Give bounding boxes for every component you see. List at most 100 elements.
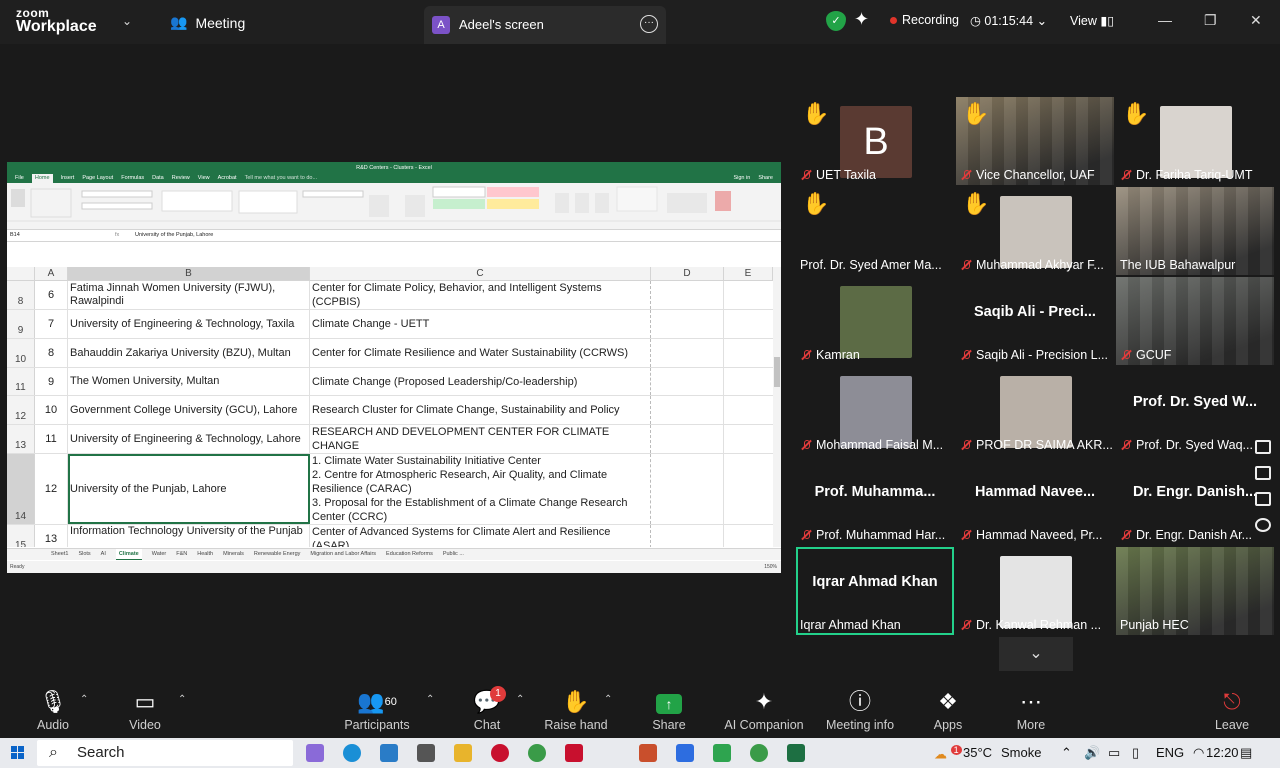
excel-share-button[interactable]: Share bbox=[758, 174, 773, 183]
participant-tile[interactable]: ✋ Muhammad Akhyar F... bbox=[956, 187, 1114, 275]
share-button[interactable]: ↑ Share bbox=[650, 688, 688, 732]
volume-icon[interactable]: 🔊 bbox=[1084, 745, 1100, 761]
windows-start-icon[interactable] bbox=[11, 746, 25, 760]
menu-page-layout[interactable]: Page Layout bbox=[82, 174, 113, 183]
cell-e[interactable] bbox=[724, 281, 773, 309]
cell-d[interactable] bbox=[651, 525, 724, 547]
camera-icon[interactable] bbox=[1255, 440, 1271, 454]
cell-d[interactable] bbox=[651, 339, 724, 367]
zoom-level[interactable]: 150% bbox=[764, 561, 777, 573]
leave-button[interactable]: ⎋ Leave bbox=[1212, 688, 1252, 732]
col-header-d[interactable]: D bbox=[651, 267, 724, 281]
more-options-icon[interactable]: ··· bbox=[640, 15, 658, 33]
col-header-a[interactable]: A bbox=[35, 267, 68, 281]
more-button[interactable]: ⋯ More bbox=[1012, 688, 1050, 732]
video-icon[interactable] bbox=[1255, 466, 1271, 480]
ai-companion-button[interactable]: ✦ AI Companion bbox=[722, 688, 806, 732]
sign-in-link[interactable]: Sign in bbox=[733, 174, 750, 183]
sheet-tab[interactable]: Sheet1 bbox=[51, 549, 68, 560]
participant-tile[interactable]: Prof. Dr. Syed W... Prof. Dr. Syed Waq... bbox=[1116, 367, 1274, 455]
cell-number[interactable]: 8 bbox=[35, 339, 68, 367]
cell-center[interactable]: Center for Climate Policy, Behavior, and… bbox=[310, 281, 651, 309]
view-button[interactable]: View ▮▯ bbox=[1070, 13, 1114, 28]
cell-e[interactable] bbox=[724, 310, 773, 338]
zoom-app-icon[interactable] bbox=[676, 744, 694, 762]
cell-d[interactable] bbox=[651, 368, 724, 395]
apps-button[interactable]: ❖ Apps bbox=[930, 688, 966, 732]
participant-tile[interactable]: Dr. Kanwal Rehman ... bbox=[956, 547, 1114, 635]
participant-tile[interactable]: ✋ Prof. Dr. Syed Amer Ma... bbox=[796, 187, 954, 275]
chevron-up-icon[interactable]: ⌃ bbox=[1061, 745, 1072, 761]
cell-center[interactable]: Center of Advanced Systems for Climate A… bbox=[310, 525, 651, 547]
row-header[interactable]: 12 bbox=[7, 396, 35, 424]
participant-tile[interactable]: The IUB Bahawalpur bbox=[1116, 187, 1274, 275]
cell-university[interactable]: Fatima Jinnah Women University (FJWU), R… bbox=[68, 281, 310, 309]
cell-number[interactable]: 6 bbox=[35, 281, 68, 309]
cell-number[interactable]: 11 bbox=[35, 425, 68, 453]
acrobat-app-icon[interactable] bbox=[565, 744, 583, 762]
cell-university[interactable]: Government College University (GCU), Lah… bbox=[68, 396, 310, 424]
edge-app-icon[interactable] bbox=[343, 744, 361, 762]
cell-e[interactable] bbox=[724, 339, 773, 367]
cell-university[interactable]: Information Technology University of the… bbox=[68, 525, 310, 547]
row-header[interactable]: 9 bbox=[7, 310, 35, 338]
cell-d[interactable] bbox=[651, 454, 724, 524]
notifications-icon[interactable]: ▤ bbox=[1240, 745, 1252, 761]
menu-data[interactable]: Data bbox=[152, 174, 164, 183]
cell-number[interactable]: 13 bbox=[35, 525, 68, 547]
participant-tile[interactable]: Iqrar Ahmad Khan Iqrar Ahmad Khan bbox=[796, 547, 954, 635]
gallery-next-page-button[interactable]: ⌄ bbox=[999, 637, 1073, 671]
cell-d[interactable] bbox=[651, 281, 724, 309]
cell-university-selected[interactable]: University of the Punjab, Lahore bbox=[68, 454, 310, 524]
video-options-chevron-icon[interactable]: ⌃ bbox=[178, 694, 186, 705]
excel-app-icon[interactable] bbox=[787, 744, 805, 762]
cell-e[interactable] bbox=[724, 525, 773, 547]
weather-condition[interactable]: Smoke bbox=[1001, 745, 1041, 760]
row-header[interactable]: 10 bbox=[7, 339, 35, 367]
vertical-scrollbar[interactable] bbox=[773, 267, 781, 547]
wifi-icon[interactable]: ◠ bbox=[1193, 745, 1204, 761]
cell-center[interactable]: Research Cluster for Climate Change, Sus… bbox=[310, 396, 651, 424]
cell-center[interactable]: Center for Climate Resilience and Water … bbox=[310, 339, 651, 367]
cell-d[interactable] bbox=[651, 310, 724, 338]
meet-app-icon[interactable] bbox=[713, 744, 731, 762]
sheet-tab[interactable]: Health bbox=[197, 549, 213, 560]
sheet-tab[interactable]: Migration and Labor Affairs bbox=[310, 549, 376, 560]
monitor-app-icon[interactable] bbox=[380, 744, 398, 762]
scroll-thumb[interactable] bbox=[774, 357, 780, 387]
participant-tile[interactable]: Prof. Muhamma... Prof. Muhammad Har... bbox=[796, 457, 954, 545]
cell-university[interactable]: University of Engineering & Technology, … bbox=[68, 310, 310, 338]
cell-e[interactable] bbox=[724, 425, 773, 453]
col-header-c[interactable]: C bbox=[310, 267, 651, 281]
menu-review[interactable]: Review bbox=[172, 174, 190, 183]
cell-university[interactable]: Bahauddin Zakariya University (BZU), Mul… bbox=[68, 339, 310, 367]
menu-acrobat[interactable]: Acrobat bbox=[218, 174, 237, 183]
sparkle-icon[interactable]: ✦ bbox=[854, 9, 869, 30]
cell-e[interactable] bbox=[724, 396, 773, 424]
cell-d[interactable] bbox=[651, 425, 724, 453]
file-explorer-icon[interactable] bbox=[454, 744, 472, 762]
name-box[interactable]: B14 bbox=[10, 232, 20, 238]
sheet-tab[interactable]: Renewable Energy bbox=[254, 549, 300, 560]
zoom-logo[interactable]: zoom Workplace bbox=[16, 7, 97, 35]
cell-center-multiline[interactable]: 1. Climate Water Sustainability Initiati… bbox=[310, 454, 651, 524]
fx-icon[interactable]: fx bbox=[115, 232, 119, 238]
col-header-b[interactable]: B bbox=[68, 267, 310, 281]
cell-number[interactable]: 7 bbox=[35, 310, 68, 338]
audio-options-chevron-icon[interactable]: ⌃ bbox=[80, 694, 88, 705]
row-header[interactable]: 15 bbox=[7, 525, 35, 547]
sheet-tab[interactable]: AI bbox=[101, 549, 106, 560]
battery-icon[interactable]: ▯ bbox=[1132, 745, 1139, 761]
menu-insert[interactable]: Insert bbox=[61, 174, 75, 183]
sheet-tab[interactable]: Slots bbox=[78, 549, 90, 560]
row-header[interactable]: 14 bbox=[7, 454, 35, 524]
menu-file[interactable]: File bbox=[15, 174, 24, 183]
restore-icon[interactable]: ❐ bbox=[1204, 12, 1217, 29]
sheet-tab[interactable]: Public ... bbox=[443, 549, 464, 560]
participant-tile[interactable]: ✋ Vice Chancellor, UAF bbox=[956, 97, 1114, 185]
chat-options-chevron-icon[interactable]: ⌃ bbox=[516, 694, 524, 705]
participants-button[interactable]: 👥60 Participants bbox=[343, 688, 411, 732]
cell-e[interactable] bbox=[724, 368, 773, 395]
chevron-down-icon[interactable]: ⌄ bbox=[122, 14, 132, 28]
raise-hand-button[interactable]: ✋ Raise hand bbox=[543, 688, 609, 732]
